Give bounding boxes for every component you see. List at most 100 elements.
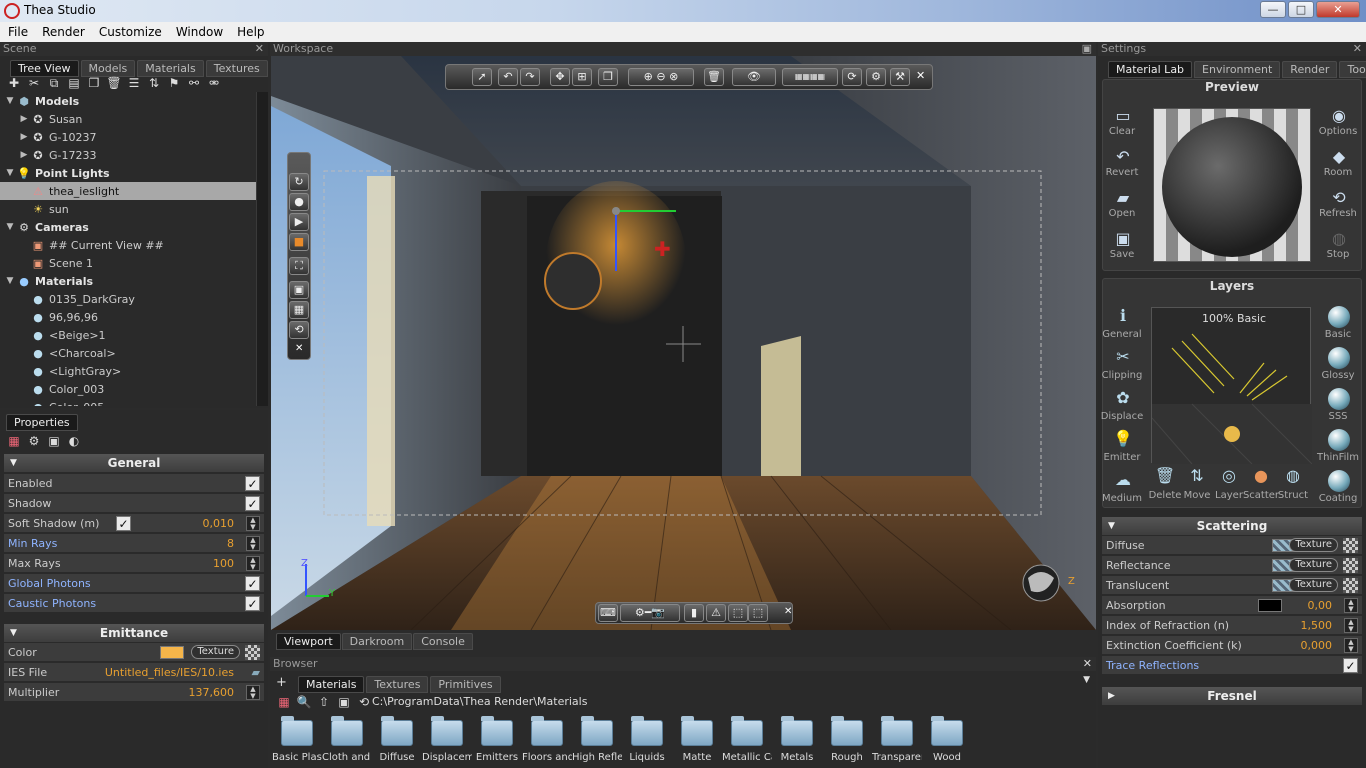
tab-environment[interactable]: Environment <box>1194 61 1281 78</box>
browser-close-icon[interactable]: ✕ <box>1083 657 1092 670</box>
render-region-icon[interactable]: ⟳ <box>842 68 862 86</box>
tab-properties[interactable]: Properties <box>6 414 78 431</box>
options-icon[interactable]: ◉ <box>1328 106 1350 126</box>
tree-item[interactable]: ▼ 💡 Point Lights <box>0 164 256 182</box>
minimize-button[interactable]: — <box>1260 1 1286 18</box>
tab-render[interactable]: Render <box>1282 61 1338 78</box>
lamp-icon[interactable]: ⚠ <box>706 604 726 622</box>
folder-icon[interactable]: ▰ <box>252 663 260 682</box>
fresnel-section-header[interactable]: ▶ Fresnel <box>1102 687 1362 705</box>
glossy-layer-sphere-icon[interactable] <box>1328 347 1350 369</box>
property-spinner[interactable]: ▲ ▼ <box>246 556 260 571</box>
property-value[interactable]: 8 <box>227 534 234 553</box>
material-folder[interactable]: Rough <box>822 716 872 763</box>
thinfilm-layer-sphere-icon[interactable] <box>1328 429 1350 451</box>
clear-icon[interactable]: ▭ <box>1112 106 1134 126</box>
trace-reflections-checkbox[interactable]: ✓ <box>1343 658 1358 673</box>
struct-icon[interactable]: ◍ <box>1282 466 1304 486</box>
menu-file[interactable]: File <box>8 25 28 39</box>
workspace-max-icon[interactable]: ▣ <box>1082 42 1092 55</box>
tab-tools[interactable]: Tools <box>1339 61 1366 78</box>
refresh-icon[interactable]: ⟲ <box>356 695 372 709</box>
side-toolbar-close-icon[interactable]: ✕ <box>295 343 303 354</box>
menu-window[interactable]: Window <box>176 25 223 39</box>
keyboard-icon[interactable]: ⌨ <box>598 604 618 622</box>
transform-gizmo-icon[interactable]: ⊕ ⊖ ⊗ <box>628 68 694 86</box>
layer-icon[interactable]: ◎ <box>1218 466 1240 486</box>
region-icon[interactable]: ⬚ <box>728 604 748 622</box>
book-icon[interactable]: ▮ <box>684 604 704 622</box>
tree-item[interactable]: ▣ Scene 1 <box>0 254 256 272</box>
property-spinner[interactable]: ▲ ▼ <box>246 516 260 531</box>
delete-icon[interactable]: 🗑 <box>106 76 122 90</box>
tree-item[interactable]: ● <LightGray> <box>0 362 256 380</box>
scatter-icon[interactable]: ● <box>1250 466 1272 486</box>
material-preview-image[interactable] <box>1153 108 1311 262</box>
menu-help[interactable]: Help <box>237 25 264 39</box>
displace-icon[interactable]: ✿ <box>1112 388 1134 408</box>
sss-layer-sphere-icon[interactable] <box>1328 388 1350 410</box>
filter-icon[interactable]: ⚑ <box>166 76 182 90</box>
clipping-icon[interactable]: ✂ <box>1112 347 1134 367</box>
tree-item[interactable]: ▼ ⬢ Models <box>0 92 256 110</box>
grid-view-icon[interactable]: ▦ <box>276 695 292 709</box>
save-render-icon[interactable]: ▣ <box>289 281 309 299</box>
revert-icon[interactable]: ↶ <box>1112 147 1134 167</box>
property-checkbox[interactable]: ✓ <box>245 576 260 591</box>
value-spinner[interactable]: ▲ ▼ <box>1344 638 1358 653</box>
material-folder[interactable]: Floors and <box>522 716 572 763</box>
tab-tree-view[interactable]: Tree View <box>10 60 79 77</box>
refresh-render-icon[interactable]: ↻ <box>289 173 309 191</box>
refresh-icon[interactable]: ⟲ <box>1328 188 1350 208</box>
texture-button[interactable]: Texture <box>1289 578 1338 592</box>
redo-icon[interactable]: ↷ <box>520 68 540 86</box>
camera-icon[interactable]: ▣ <box>46 434 62 448</box>
tab-console[interactable]: Console <box>413 633 473 650</box>
texture-button[interactable]: Texture <box>1289 538 1338 552</box>
render-icon[interactable]: ◐ <box>66 434 82 448</box>
list-icon[interactable]: ☰ <box>126 76 142 90</box>
property-value[interactable]: 100 <box>213 554 234 573</box>
tree-item[interactable]: ▶ ✪ G-17233 <box>0 146 256 164</box>
cut-icon[interactable]: ✂ <box>26 76 42 90</box>
checker-icon[interactable] <box>1343 558 1358 573</box>
emittance-section-header[interactable]: ▼ Emittance <box>4 624 264 642</box>
material-folder[interactable]: Diffuse <box>372 716 422 763</box>
general-icon[interactable]: ℹ <box>1112 306 1134 326</box>
property-checkbox[interactable]: ✓ <box>245 496 260 511</box>
eye-icon[interactable]: 👁 <box>732 68 776 86</box>
paste-icon[interactable]: ▤ <box>66 76 82 90</box>
tab-material-lab[interactable]: Material Lab <box>1108 61 1193 78</box>
settings-close-icon[interactable]: ✕ <box>1353 42 1362 55</box>
grid-icon[interactable]: ▦ <box>6 434 22 448</box>
tree-item[interactable]: ● 0135_DarkGray <box>0 290 256 308</box>
folder-open-icon[interactable]: ▣ <box>336 695 352 709</box>
menu-render[interactable]: Render <box>42 25 85 39</box>
tree-item[interactable]: ▼ ● Materials <box>0 272 256 290</box>
save-icon[interactable]: ▣ <box>1112 229 1134 249</box>
view-grid-icon[interactable]: ▦▦▦▦ <box>782 68 838 86</box>
material-folder[interactable]: Wood <box>922 716 972 763</box>
fit-icon[interactable]: ⛶ <box>289 257 309 275</box>
tab-browser-materials[interactable]: Materials <box>298 676 365 693</box>
multiplier-spinner[interactable]: ▲ ▼ <box>246 685 260 700</box>
layer-stack[interactable]: 100% Basic <box>1151 307 1312 464</box>
scattering-section-header[interactable]: ▼ Scattering <box>1102 517 1362 535</box>
property-spinner[interactable]: ▲ ▼ <box>246 536 260 551</box>
tree-item[interactable]: ☀ sun <box>0 200 256 218</box>
tab-viewport[interactable]: Viewport <box>276 633 341 650</box>
add-icon[interactable]: ✚ <box>6 76 22 90</box>
material-folder[interactable]: Emitters <box>472 716 522 763</box>
property-checkbox[interactable]: ✓ <box>245 596 260 611</box>
record-icon[interactable]: ● <box>289 193 309 211</box>
snap-icon[interactable]: ⊞ <box>572 68 592 86</box>
browser-path[interactable]: C:\ProgramData\Thea Render\Materials <box>372 695 587 708</box>
tab-models[interactable]: Models <box>80 60 136 77</box>
expand-arrow-icon[interactable]: ▼ <box>4 96 16 106</box>
maximize-button[interactable]: □ <box>1288 1 1314 18</box>
value-spinner[interactable]: ▲ ▼ <box>1344 598 1358 613</box>
ies-value[interactable]: Untitled_files/IES/10.ies <box>105 663 234 682</box>
viewport[interactable]: ✚ Y Z Z ➚ ↶ ↷ ✥ ⊞ ❐ ⊕ ⊖ ⊗ 🗑 👁 ▦▦▦▦ ⟳ ⚙ ⚒… <box>271 56 1096 630</box>
unlink-icon[interactable]: ⚮ <box>206 76 222 90</box>
medium-icon[interactable]: ☁ <box>1112 470 1134 490</box>
